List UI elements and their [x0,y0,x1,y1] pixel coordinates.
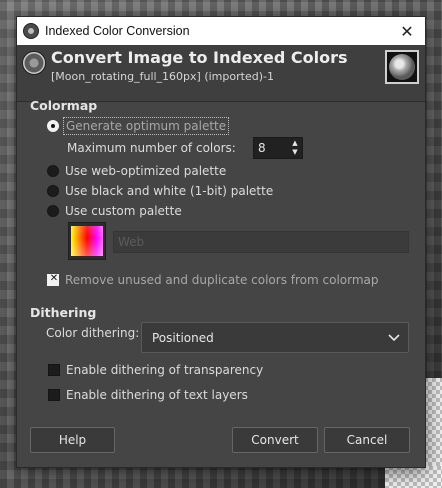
image-name: [Moon_rotating_full_160px] (imported)-1 [51,70,274,83]
dialog-header: Convert Image to Indexed Colors [Moon_ro… [17,45,425,102]
window-titlebar[interactable]: Indexed Color Conversion ✕ [17,17,425,45]
max-colors-spinbox[interactable]: 8 ▲ ▼ [253,137,303,159]
radio-button[interactable] [47,120,59,132]
dither-text-layers-checkbox[interactable] [48,389,60,401]
dialog-heading: Convert Image to Indexed Colors [51,48,348,67]
dither-transparency-label: Enable dithering of transparency [66,363,264,377]
moon-image-thumbnail [385,50,419,84]
dither-transparency-row[interactable]: Enable dithering of transparency [48,363,263,377]
color-dithering-label: Color dithering: [46,326,140,340]
spin-down-icon[interactable]: ▼ [292,148,297,157]
dither-text-layers-label: Enable dithering of text layers [66,388,248,402]
radio-button[interactable] [47,205,59,217]
max-colors-label: Maximum number of colors: [67,141,236,155]
gimp-wilber-icon [22,51,46,75]
dither-transparency-checkbox[interactable] [48,364,60,376]
dither-text-layers-row[interactable]: Enable dithering of text layers [48,388,248,402]
dithering-section-title: Dithering [30,305,97,320]
radio-web-optimized[interactable]: Use web-optimized palette [47,164,226,178]
moon-image [389,54,415,80]
spin-arrows[interactable]: ▲ ▼ [288,138,302,158]
transparency-checkerboard-bottom [385,466,442,488]
chevron-down-icon [388,334,400,342]
colormap-section-title: Colormap [30,98,98,113]
palette-swatch-button[interactable] [68,222,106,260]
color-dithering-dropdown[interactable]: Positioned [141,322,409,353]
convert-button[interactable]: Convert [232,427,318,453]
help-button[interactable]: Help [30,427,115,453]
radio-label: Use custom palette [65,204,182,218]
radio-label: Use web-optimized palette [65,164,227,178]
palette-gradient-icon [71,226,103,256]
color-dithering-value: Positioned [152,330,214,345]
radio-button[interactable] [47,185,59,197]
gimp-app-icon [23,23,39,39]
color-dithering-row: Color dithering: [46,326,139,340]
radio-black-and-white[interactable]: Use black and white (1-bit) palette [47,184,273,198]
radio-generate-optimum[interactable]: Generate optimum palette [47,117,230,135]
spin-up-icon[interactable]: ▲ [292,139,297,148]
custom-palette-field[interactable]: Web [113,231,409,253]
remove-unused-checkbox[interactable] [47,273,60,286]
indexed-color-dialog: Indexed Color Conversion ✕ Convert Image… [17,17,425,467]
radio-label: Use black and white (1-bit) palette [65,184,274,198]
radio-button[interactable] [47,165,59,177]
window-title: Indexed Color Conversion [45,24,190,38]
close-icon[interactable]: ✕ [389,17,425,45]
max-colors-value[interactable]: 8 [254,141,288,155]
remove-unused-label: Remove unused and duplicate colors from … [65,273,379,287]
radio-custom-palette[interactable]: Use custom palette [47,204,182,218]
remove-unused-checkbox-row[interactable]: Remove unused and duplicate colors from … [47,273,379,287]
cancel-button[interactable]: Cancel [324,427,410,453]
radio-label: Generate optimum palette [62,117,230,135]
